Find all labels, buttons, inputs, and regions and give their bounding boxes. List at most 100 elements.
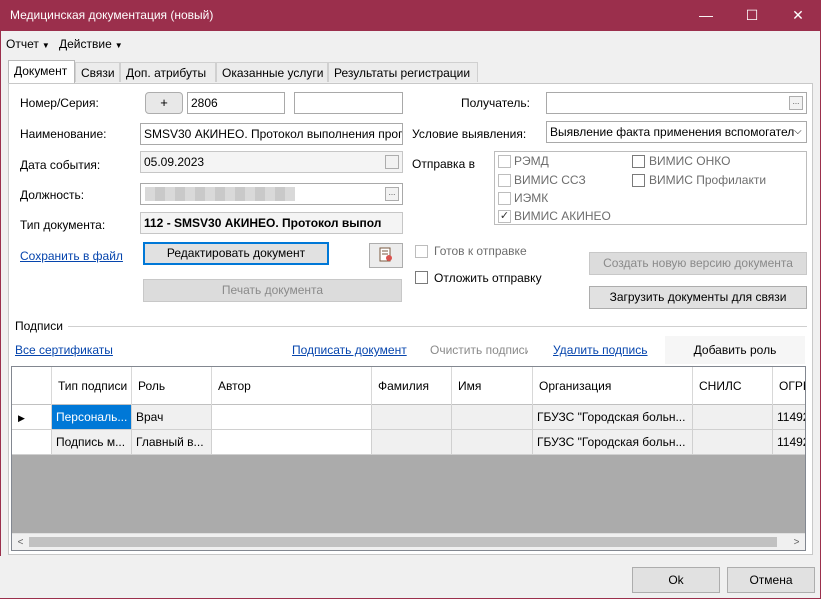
condition-select[interactable]: Выявление факта применения вспомогател	[546, 121, 807, 143]
number-input[interactable]: 2806	[187, 92, 285, 114]
remd-label: РЭМД	[514, 154, 549, 168]
chevron-down-icon: ▼	[114, 41, 123, 50]
recipient-label: Получатель:	[461, 96, 530, 110]
scroll-right-icon[interactable]: >	[788, 534, 805, 551]
series-input[interactable]	[294, 92, 403, 114]
sign-file-button[interactable]	[369, 243, 403, 268]
cell-sign-type[interactable]: Подпись м...	[52, 430, 132, 455]
col-snils[interactable]: СНИЛС	[693, 367, 773, 405]
minimize-button[interactable]: —	[683, 0, 729, 31]
cell-surname[interactable]	[372, 405, 452, 430]
add-role-button[interactable]: Добавить роль	[665, 336, 805, 364]
date-label: Дата события:	[20, 158, 101, 172]
cell-firstname[interactable]	[452, 405, 533, 430]
clear-signatures-link[interactable]: Очистить подписи	[430, 343, 528, 357]
row-selector[interactable]: ▶	[12, 405, 52, 430]
window-titlebar: Медицинская документация (новый) — ☐ ✕	[0, 0, 821, 31]
cell-firstname[interactable]	[452, 430, 533, 455]
menu-action-label: Действие	[59, 37, 112, 51]
edit-document-button[interactable]: Редактировать документ	[143, 242, 329, 265]
condition-label: Условие выявления:	[412, 127, 527, 141]
grid-corner	[12, 367, 52, 405]
cell-role[interactable]: Главный в...	[132, 430, 212, 455]
grid-header: Тип подписи Роль Автор Фамилия Имя Орган…	[12, 367, 805, 405]
vimis-akineo-checkbox[interactable]: ✓	[498, 210, 511, 223]
ready-to-send-checkbox[interactable]	[415, 245, 428, 258]
delete-signature-link[interactable]: Удалить подпись	[553, 343, 648, 357]
col-organization[interactable]: Организация	[533, 367, 693, 405]
tab-links[interactable]: Связи	[75, 62, 120, 82]
cell-ogrn[interactable]: 11492	[773, 405, 805, 430]
tab-registration-results[interactable]: Результаты регистрации	[328, 62, 478, 82]
redacted-text	[145, 187, 295, 201]
chevron-down-icon: ⌵	[794, 126, 802, 137]
cell-author[interactable]	[212, 430, 372, 455]
menu-report-label: Отчет	[6, 37, 39, 51]
load-documents-button[interactable]: Загрузить документы для связи	[589, 286, 807, 309]
tab-extra-attributes[interactable]: Доп. атрибуты	[120, 62, 216, 82]
tab-services[interactable]: Оказанные услуги	[216, 62, 328, 82]
tab-document[interactable]: Документ	[8, 60, 75, 83]
cell-snils[interactable]	[693, 430, 773, 455]
vimis-ssz-checkbox[interactable]	[498, 174, 511, 187]
date-input[interactable]: 05.09.2023	[140, 151, 403, 173]
col-surname[interactable]: Фамилия	[372, 367, 452, 405]
remd-checkbox[interactable]	[498, 155, 511, 168]
postpone-checkbox[interactable]	[415, 271, 428, 284]
vimis-akineo-label: ВИМИС АКИНЕО	[514, 209, 611, 223]
cell-author[interactable]	[212, 405, 372, 430]
save-to-file-link[interactable]: Сохранить в файл	[20, 249, 123, 263]
recipient-ellipsis-button[interactable]: ...	[789, 96, 803, 110]
postpone-label: Отложить отправку	[434, 271, 542, 285]
signatures-grid: Тип подписи Роль Автор Фамилия Имя Орган…	[11, 366, 806, 551]
name-label: Наименование:	[20, 127, 107, 141]
vimis-onko-checkbox[interactable]	[632, 155, 645, 168]
doctype-input[interactable]: 112 - SMSV30 АКИНЕО. Протокол выпол	[140, 212, 403, 234]
cell-ogrn[interactable]: 11492	[773, 430, 805, 455]
send-to-label: Отправка в	[412, 157, 475, 171]
add-number-button[interactable]: +	[145, 92, 183, 114]
col-firstname[interactable]: Имя	[452, 367, 533, 405]
grid-horizontal-scrollbar[interactable]: < >	[12, 533, 805, 550]
recipient-input[interactable]	[546, 92, 807, 114]
row-current-icon: ▶	[18, 413, 25, 423]
vimis-prof-checkbox[interactable]	[632, 174, 645, 187]
menu-report[interactable]: Отчет ▼	[6, 37, 50, 51]
cell-snils[interactable]	[693, 405, 773, 430]
position-label: Должность:	[20, 188, 85, 202]
col-role[interactable]: Роль	[132, 367, 212, 405]
all-certificates-link[interactable]: Все сертификаты	[15, 343, 113, 357]
cell-role[interactable]: Врач	[132, 405, 212, 430]
vimis-ssz-label: ВИМИС ССЗ	[514, 173, 586, 187]
signatures-title: Подписи	[15, 319, 63, 333]
table-row[interactable]: Подпись м... Главный в... ГБУЗС "Городск…	[12, 430, 805, 455]
name-input[interactable]: SMSV30 АКИНЕО. Протокол выполнения прог	[140, 123, 403, 145]
signatures-divider	[68, 326, 807, 327]
cell-organization[interactable]: ГБУЗС "Городская больн...	[533, 405, 693, 430]
calendar-icon[interactable]	[385, 155, 399, 169]
close-button[interactable]: ✕	[775, 0, 821, 31]
cancel-button[interactable]: Отмена	[727, 567, 815, 593]
print-document-button[interactable]: Печать документа	[143, 279, 402, 302]
cell-sign-type[interactable]: Персональ...	[52, 405, 132, 430]
new-version-button[interactable]: Создать новую версию документа	[589, 252, 807, 275]
table-row[interactable]: ▶ Персональ... Врач ГБУЗС "Городская бол…	[12, 405, 805, 430]
ok-button[interactable]: Ok	[632, 567, 720, 593]
iemk-label: ИЭМК	[514, 191, 549, 205]
maximize-button[interactable]: ☐	[729, 0, 775, 31]
doctype-label: Тип документа:	[20, 218, 106, 232]
col-author[interactable]: Автор	[212, 367, 372, 405]
position-ellipsis-button[interactable]: ...	[385, 187, 399, 201]
cell-organization[interactable]: ГБУЗС "Городская больн...	[533, 430, 693, 455]
vimis-onko-label: ВИМИС ОНКО	[649, 154, 731, 168]
menu-action[interactable]: Действие ▼	[59, 37, 123, 51]
col-sign-type[interactable]: Тип подписи	[52, 367, 132, 405]
iemk-checkbox[interactable]	[498, 192, 511, 205]
scrollbar-thumb[interactable]	[29, 537, 777, 547]
sign-document-link[interactable]: Подписать документ	[292, 343, 407, 357]
scroll-left-icon[interactable]: <	[12, 534, 29, 551]
window-title: Медицинская документация (новый)	[10, 8, 214, 22]
cell-surname[interactable]	[372, 430, 452, 455]
col-ogrn[interactable]: ОГРН	[773, 367, 805, 405]
row-selector[interactable]	[12, 430, 52, 455]
